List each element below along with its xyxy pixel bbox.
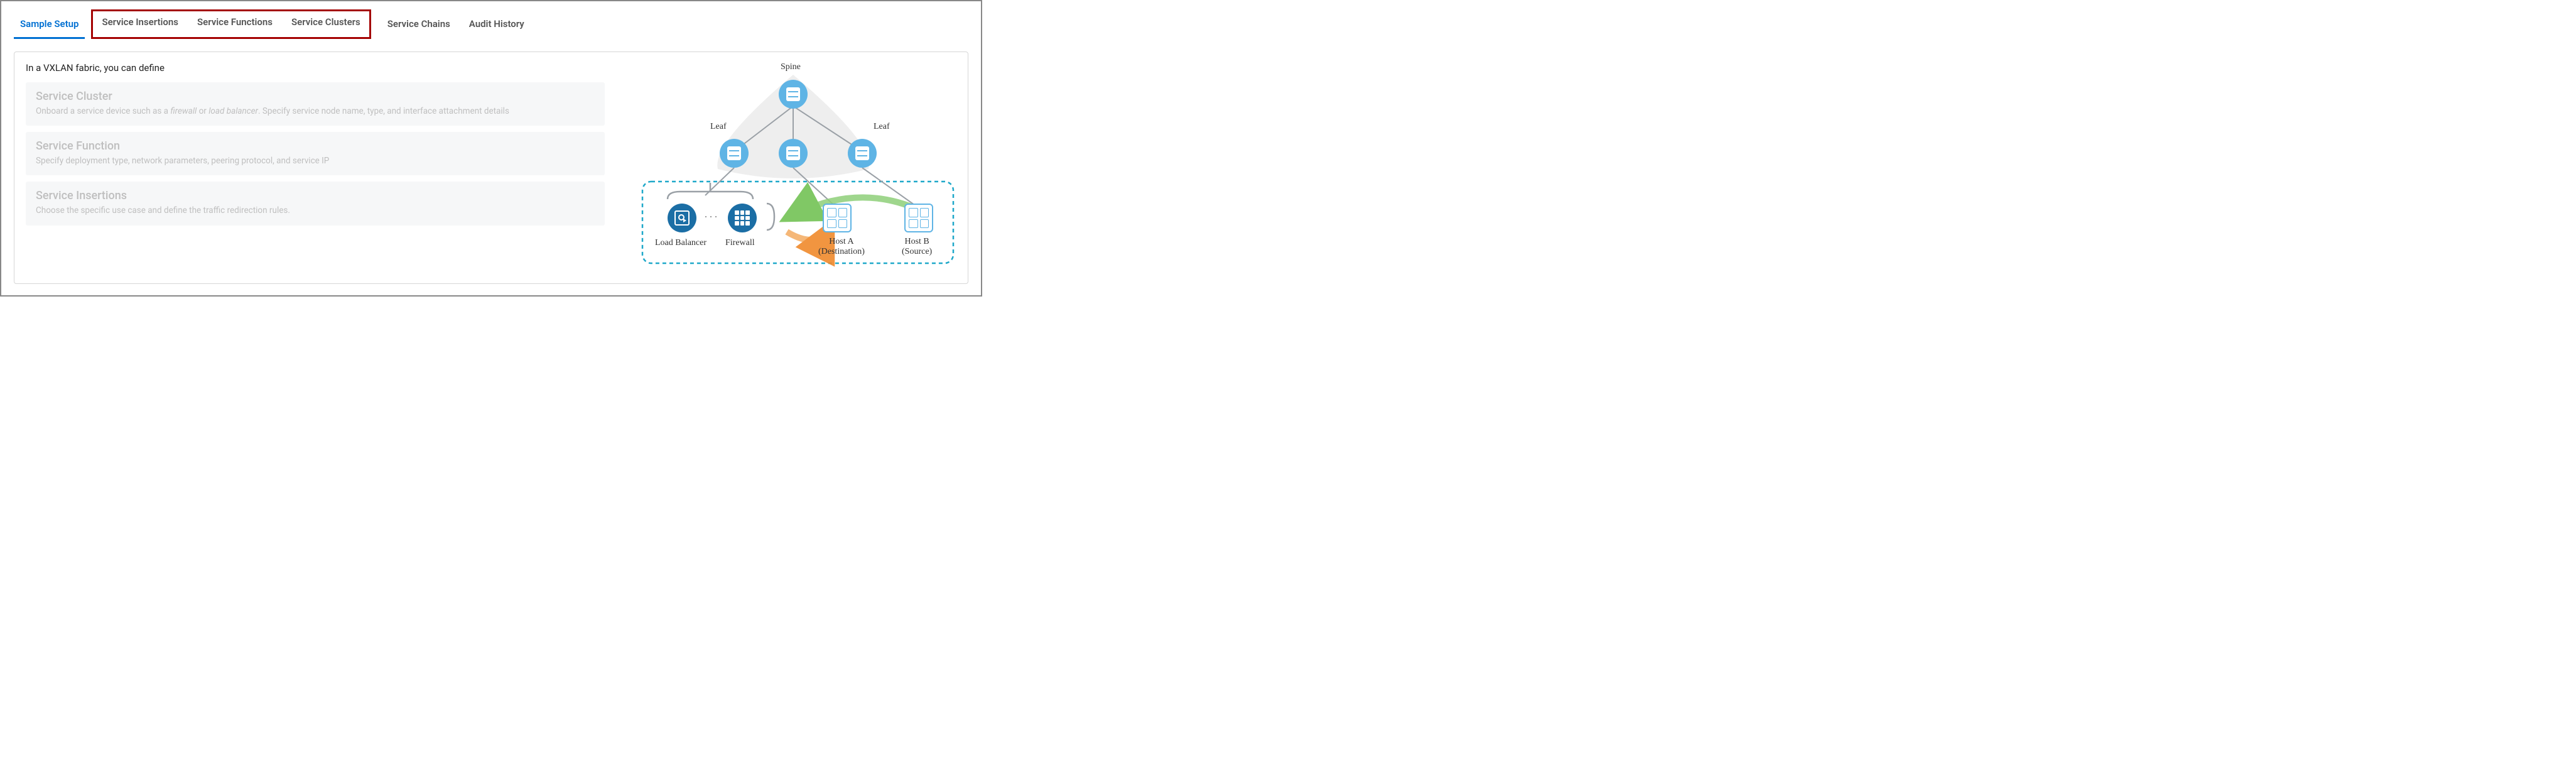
tab-sample-setup[interactable]: Sample Setup — [14, 13, 85, 39]
card-desc: Specify deployment type, network paramet… — [36, 155, 595, 166]
card-service-cluster: Service Cluster Onboard a service device… — [26, 82, 605, 126]
topology-diagram: Spine Leaf Leaf ··· Load Balancer Firewa… — [630, 62, 956, 270]
card-desc: Onboard a service device such as a firew… — [36, 106, 595, 117]
intro-text: In a VXLAN fabric, you can define — [26, 62, 605, 74]
page-frame: Sample Setup Service Insertions Service … — [0, 0, 982, 297]
label-leaf-left: Leaf — [710, 122, 727, 132]
text: (Destination) — [818, 247, 865, 256]
load-balancer-icon — [668, 204, 696, 232]
card-desc: Choose the specific use case and define … — [36, 205, 595, 216]
text: Host A — [829, 237, 853, 246]
tab-service-insertions[interactable]: Service Insertions — [95, 11, 185, 37]
label-host-a: Host A (Destination) — [818, 237, 865, 257]
label-leaf-right: Leaf — [874, 122, 890, 132]
host-b-icon — [904, 204, 933, 232]
tab-service-clusters[interactable]: Service Clusters — [285, 11, 367, 37]
highlighted-tab-group: Service Insertions Service Functions Ser… — [91, 9, 371, 39]
firewall-icon — [728, 204, 757, 232]
text: (Source) — [902, 247, 932, 256]
text: or — [197, 106, 208, 116]
definitions-column: In a VXLAN fabric, you can define Servic… — [26, 62, 605, 273]
ellipsis-icon: ··· — [704, 210, 719, 224]
content-panel: In a VXLAN fabric, you can define Servic… — [14, 52, 968, 284]
text: Onboard a service device such as a — [36, 106, 170, 116]
leaf-switch-icon — [848, 139, 877, 168]
host-a-icon — [823, 204, 852, 232]
label-spine: Spine — [781, 62, 801, 72]
em-load-balancer: load balancer — [208, 106, 258, 116]
leaf-switch-icon — [779, 139, 808, 168]
card-title: Service Function — [36, 139, 595, 153]
tab-audit-history[interactable]: Audit History — [463, 13, 531, 39]
card-service-insertions: Service Insertions Choose the specific u… — [26, 182, 605, 225]
em-firewall: firewall — [170, 106, 197, 116]
tab-service-chains[interactable]: Service Chains — [381, 13, 457, 39]
text: Host B — [904, 237, 929, 246]
label-host-b: Host B (Source) — [902, 237, 932, 257]
leaf-switch-icon — [720, 139, 749, 168]
spine-switch-icon — [779, 80, 808, 109]
card-service-function: Service Function Specify deployment type… — [26, 132, 605, 175]
label-firewall: Firewall — [725, 238, 755, 248]
tab-bar: Sample Setup Service Insertions Service … — [1, 1, 981, 39]
label-load-balancer: Load Balancer — [655, 238, 706, 248]
tab-service-functions[interactable]: Service Functions — [191, 11, 279, 37]
card-title: Service Cluster — [36, 90, 595, 103]
text: . Specify service node name, type, and i… — [258, 106, 509, 116]
card-title: Service Insertions — [36, 189, 595, 202]
